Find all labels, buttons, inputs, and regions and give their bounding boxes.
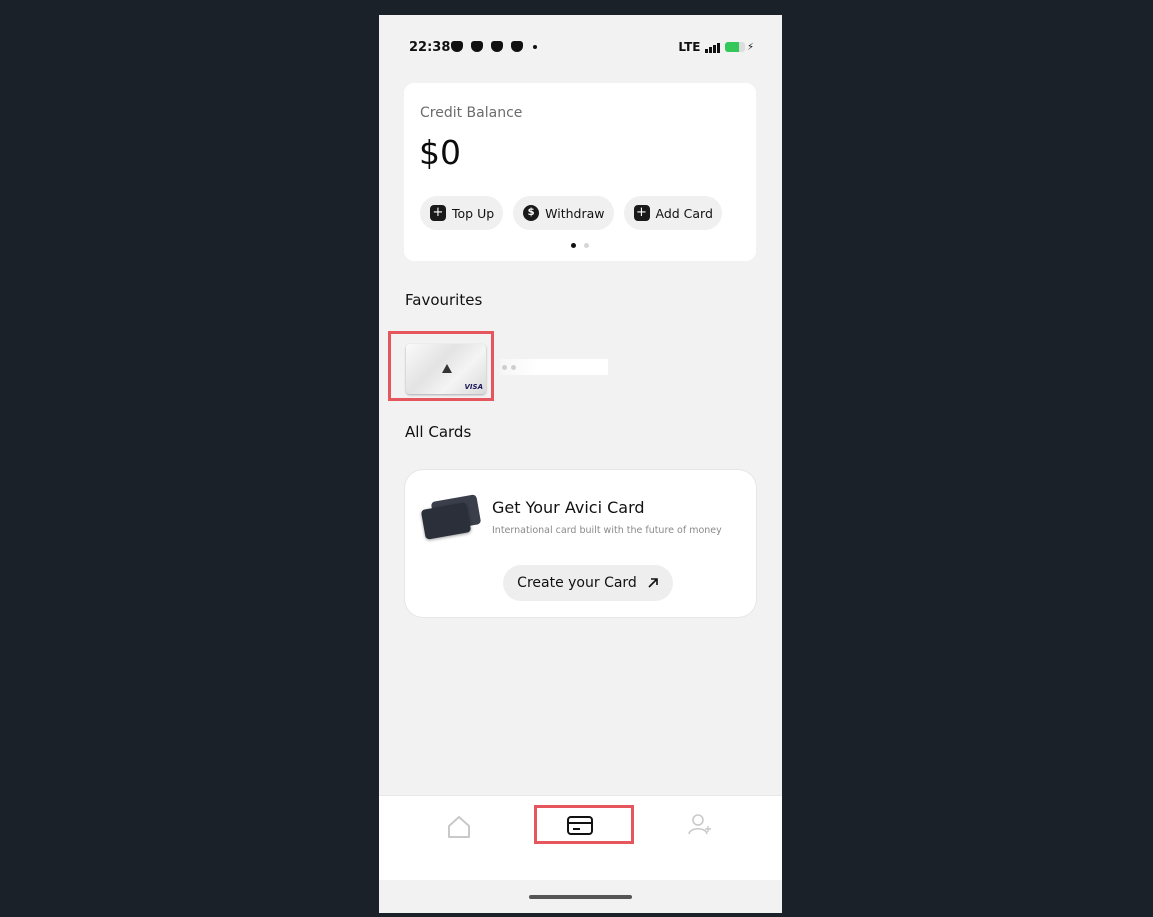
all-cards-heading: All Cards (405, 423, 472, 441)
more-notifications-dot (533, 44, 537, 49)
arrow-up-right-icon (648, 578, 658, 588)
promo-subtitle: International card built with the future… (492, 525, 722, 536)
cards-illustration-icon (420, 494, 482, 540)
balance-actions: + Top Up $ Withdraw + Add Card (420, 196, 722, 230)
discord-icon (491, 41, 503, 52)
phone-screen: 22:38 LTE ⚡ Credit Balance $0 + Top Up $… (379, 15, 782, 913)
page-indicator[interactable] (571, 243, 589, 248)
home-indicator[interactable] (529, 895, 632, 899)
page-dot-active[interactable] (571, 243, 576, 248)
signal-icon (705, 42, 720, 53)
balance-label: Credit Balance (420, 105, 523, 121)
profile-icon[interactable] (686, 811, 714, 839)
battery-icon (724, 42, 745, 52)
bottom-navigation (379, 795, 782, 881)
status-indicators: LTE ⚡ (678, 40, 754, 54)
create-card-label: Create your Card (517, 575, 637, 591)
dollar-icon: $ (523, 205, 540, 221)
withdraw-label: Withdraw (545, 205, 605, 221)
status-time: 22:38 (409, 40, 451, 55)
add-card-button[interactable]: + Add Card (623, 196, 722, 230)
plus-icon: + (430, 205, 446, 221)
discord-icon (511, 41, 523, 52)
avici-card-promo: Get Your Avici Card International card b… (405, 470, 756, 617)
home-icon[interactable] (445, 813, 473, 841)
home-indicator-area (379, 880, 782, 913)
page-dot[interactable] (584, 243, 589, 248)
network-type: LTE (678, 40, 701, 54)
balance-value: $0 (419, 133, 461, 172)
notification-icons (451, 41, 537, 52)
plus-icon: + (633, 205, 650, 221)
promo-title: Get Your Avici Card (492, 498, 645, 517)
chat-icon (451, 41, 463, 52)
top-up-label: Top Up (452, 205, 495, 221)
discord-icon (471, 41, 483, 52)
charging-icon: ⚡ (746, 41, 754, 53)
status-bar: 22:38 LTE ⚡ (379, 15, 782, 65)
battery-fill (724, 42, 739, 52)
withdraw-button[interactable]: $ Withdraw (513, 196, 614, 230)
top-up-button[interactable]: + Top Up (420, 196, 504, 230)
favourite-card-highlight (388, 331, 494, 401)
credit-balance-card: Credit Balance $0 + Top Up $ Withdraw + … (404, 83, 756, 261)
cards-tab-highlight (534, 805, 634, 844)
favourites-heading: Favourites (405, 291, 483, 309)
masked-card-number (500, 359, 608, 375)
add-card-label: Add Card (655, 205, 713, 221)
create-card-button[interactable]: Create your Card (503, 565, 673, 601)
